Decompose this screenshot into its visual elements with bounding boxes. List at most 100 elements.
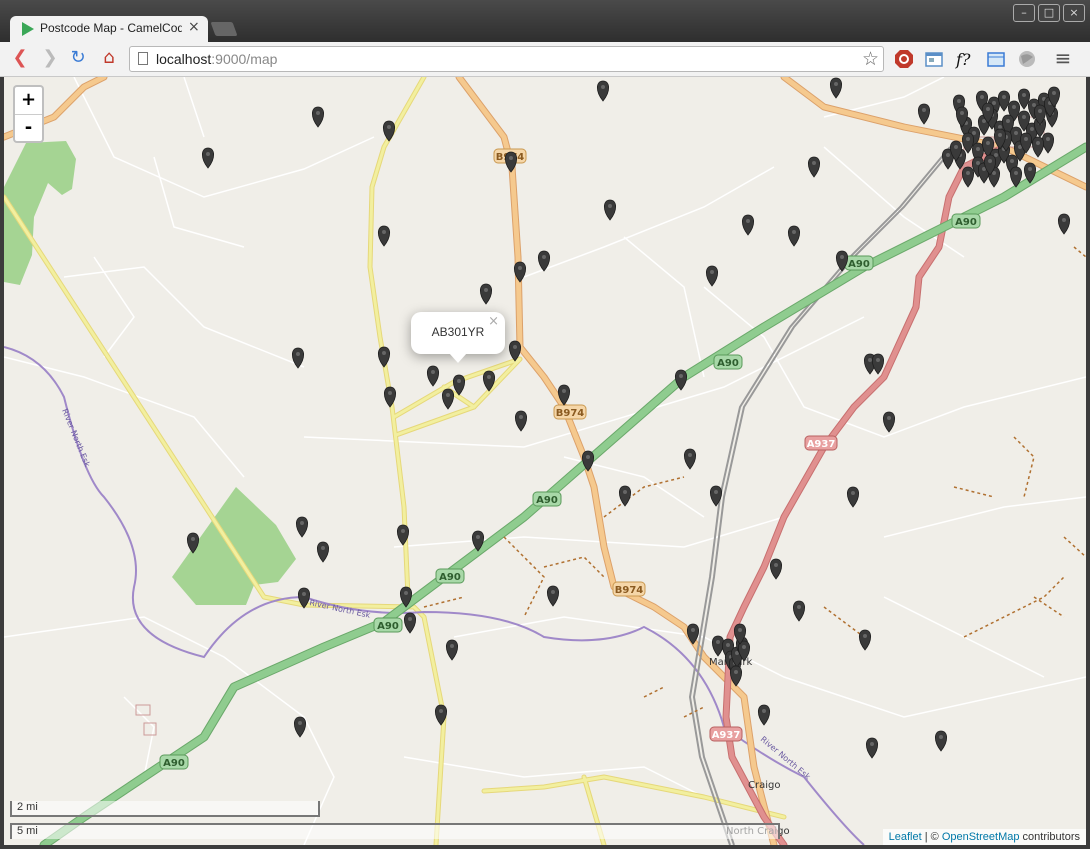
tab-close-icon[interactable]: × (188, 19, 200, 35)
postcode-marker-icon[interactable] (514, 410, 528, 432)
postcode-marker-icon[interactable] (1057, 213, 1071, 235)
minimize-button[interactable]: – (1013, 4, 1035, 22)
minor-roads (4, 77, 1086, 845)
postcode-marker-icon[interactable] (882, 411, 896, 433)
browser-toolbar: ❮ ❯ ↻ ⌂ localhost:9000/map ☆ f? ≡ (0, 42, 1090, 77)
postcode-markers (186, 77, 1071, 759)
reload-icon[interactable]: ↻ (68, 48, 88, 68)
postcode-marker-icon[interactable] (934, 730, 948, 752)
map-attribution: Leaflet | © OpenStreetMap contributors (882, 829, 1086, 845)
postcode-marker-icon[interactable] (769, 558, 783, 580)
marker-dot (742, 645, 746, 649)
postcode-marker-icon[interactable] (705, 265, 719, 287)
postcode-popup: × AB301YR (411, 312, 505, 363)
postcode-marker-icon[interactable] (961, 166, 975, 188)
svg-text:A937: A937 (712, 730, 741, 741)
zoom-out-button[interactable]: - (15, 115, 42, 142)
postcode-marker-icon[interactable] (1031, 136, 1045, 158)
bookmark-star-icon[interactable]: ☆ (862, 48, 879, 70)
marker-dot (450, 644, 454, 648)
postcode-marker-icon[interactable] (377, 225, 391, 247)
svg-text:A90: A90 (163, 758, 185, 769)
marker-dot (551, 590, 555, 594)
postcode-marker-icon[interactable] (377, 346, 391, 368)
postcode-marker-icon[interactable] (403, 612, 417, 634)
postcode-marker-icon[interactable] (293, 716, 307, 738)
menu-icon[interactable]: ≡ (1053, 48, 1073, 68)
marker-dot (562, 389, 566, 393)
marker-dot (601, 85, 605, 89)
zoom-control: + - (13, 85, 44, 143)
svg-text:A90: A90 (536, 495, 558, 506)
postcode-marker-icon[interactable] (711, 635, 725, 657)
f-question-icon[interactable]: f? (955, 49, 975, 69)
map-view[interactable]: B974 B974 B974 A937 A937 A90 A90 A90 A90… (4, 77, 1086, 845)
map-canvas: B974 B974 B974 A937 A937 A90 A90 A90 A90… (4, 77, 1086, 845)
scale-bar-miles-2: 2 mi (10, 801, 320, 817)
postcode-marker-icon[interactable] (865, 737, 879, 759)
postcode-marker-icon[interactable] (445, 639, 459, 661)
postcode-marker-icon[interactable] (603, 199, 617, 221)
marker-dot (1046, 137, 1050, 141)
zoom-in-button[interactable]: + (15, 87, 42, 115)
window-icon[interactable] (924, 49, 944, 69)
marker-dot (1014, 131, 1018, 135)
marker-dot (476, 535, 480, 539)
postcode-marker-icon[interactable] (618, 485, 632, 507)
osm-link[interactable]: OpenStreetMap (942, 831, 1020, 843)
tab-title: Postcode Map - CamelCod (40, 21, 182, 35)
home-icon[interactable]: ⌂ (99, 48, 119, 68)
postcode-marker-icon[interactable] (479, 283, 493, 305)
postcode-marker-icon[interactable] (382, 120, 396, 142)
postcode-marker-icon[interactable] (295, 516, 309, 538)
play-favicon-icon (22, 22, 34, 36)
postcode-marker-icon[interactable] (829, 77, 843, 99)
back-icon[interactable]: ❮ (10, 48, 30, 68)
marker-dot (542, 255, 546, 259)
marker-dot (1030, 127, 1034, 131)
postcode-marker-icon[interactable] (871, 353, 885, 375)
postcode-marker-icon[interactable] (683, 448, 697, 470)
postcode-marker-icon[interactable] (311, 106, 325, 128)
marker-dot (998, 125, 1002, 129)
folder-icon[interactable] (986, 49, 1006, 69)
marker-dot (1062, 218, 1066, 222)
postcode-marker-icon[interactable] (426, 365, 440, 387)
postcode-marker-icon[interactable] (741, 214, 755, 236)
marker-dot (714, 490, 718, 494)
postcode-marker-icon[interactable] (757, 704, 771, 726)
postcode-marker-icon[interactable] (201, 147, 215, 169)
postcode-marker-icon[interactable] (596, 80, 610, 102)
postcode-marker-icon[interactable] (1017, 88, 1031, 110)
postcode-marker-icon[interactable] (787, 225, 801, 247)
adblock-icon[interactable] (894, 49, 914, 69)
postcode-marker-icon[interactable] (441, 388, 455, 410)
postcode-marker-icon[interactable] (997, 90, 1011, 112)
postcode-marker-icon[interactable] (846, 486, 860, 508)
leaflet-link[interactable]: Leaflet (889, 831, 922, 843)
close-window-button[interactable]: × (1063, 4, 1085, 22)
marker-dot (840, 255, 844, 259)
postcode-marker-icon[interactable] (792, 600, 806, 622)
postcode-marker-icon[interactable] (1041, 132, 1055, 154)
marker-dot (439, 709, 443, 713)
browser-tab[interactable]: Postcode Map - CamelCod × (10, 16, 208, 42)
marker-dot (972, 131, 976, 135)
new-tab-button[interactable] (210, 22, 238, 36)
maximize-button[interactable]: □ (1038, 4, 1060, 22)
address-bar[interactable]: localhost:9000/map ☆ (129, 46, 884, 72)
globe-icon[interactable] (1017, 49, 1037, 69)
postcode-marker-icon[interactable] (917, 103, 931, 125)
postcode-marker-icon[interactable] (291, 347, 305, 369)
postcode-marker-icon[interactable] (316, 541, 330, 563)
postcode-marker-icon[interactable] (546, 585, 560, 607)
marker-dot (726, 643, 730, 647)
tracks (423, 246, 1086, 718)
marker-dot (608, 204, 612, 208)
postcode-marker-icon[interactable] (807, 156, 821, 178)
marker-dot (1006, 119, 1010, 123)
marker-dot (487, 375, 491, 379)
postcode-marker-icon[interactable] (858, 629, 872, 651)
page-icon (138, 52, 148, 65)
forward-icon[interactable]: ❯ (40, 48, 60, 68)
